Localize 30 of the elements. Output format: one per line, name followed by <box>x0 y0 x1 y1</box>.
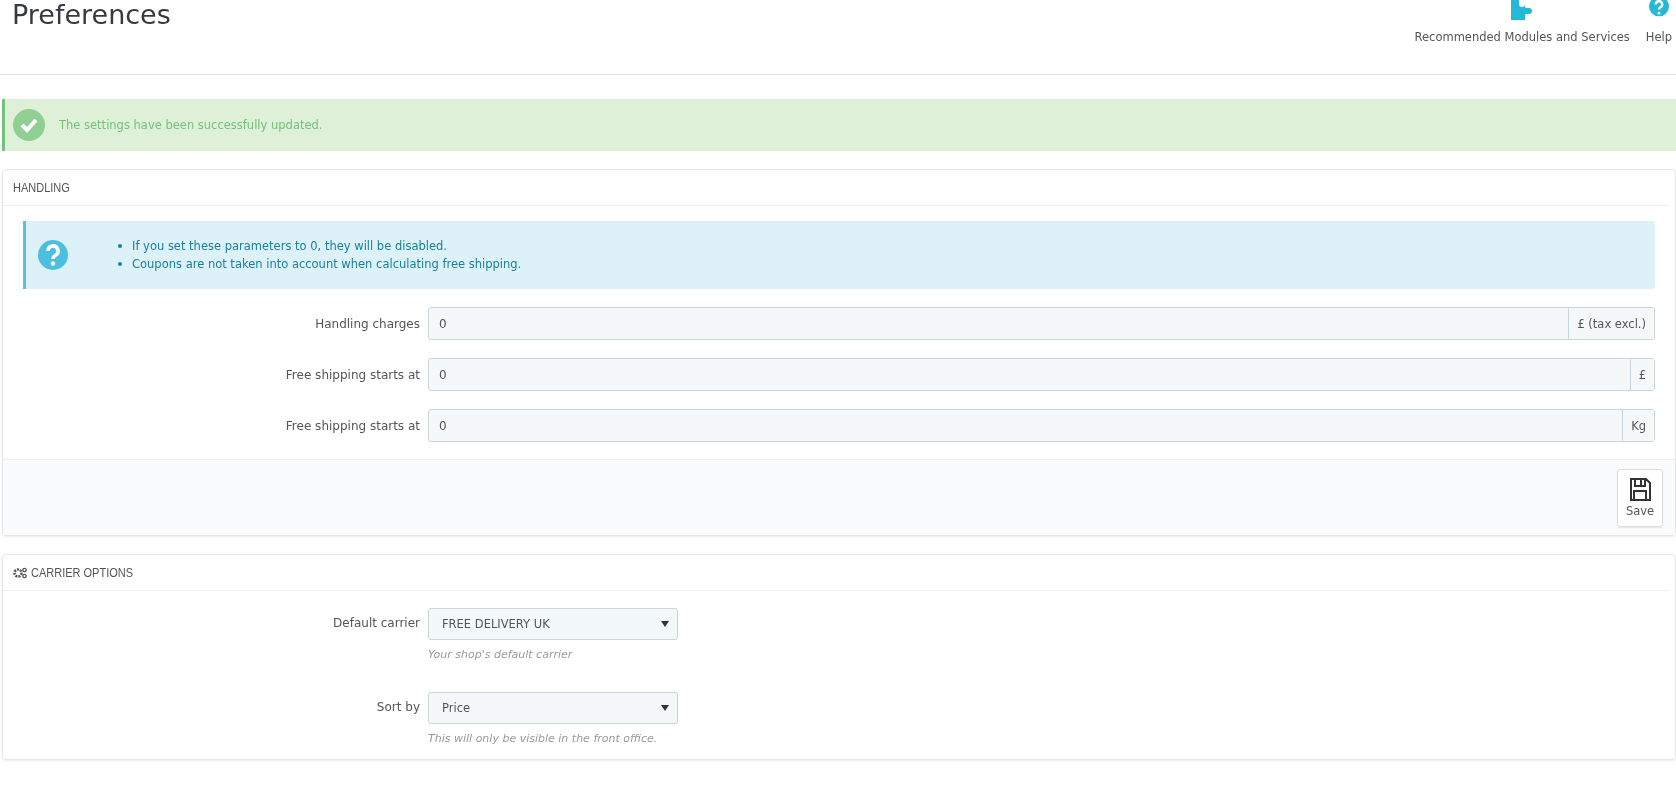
save-button[interactable]: Save <box>1617 468 1663 527</box>
help-text: This will only be visible in the front office. <box>428 732 659 745</box>
input-field[interactable]: 0 Kg <box>428 409 1655 442</box>
bullet-icon <box>118 244 122 248</box>
input-field[interactable]: 0 £ (tax excl.) <box>428 307 1655 340</box>
unit-addon: Kg <box>1622 410 1654 441</box>
select-dropdown[interactable]: Price <box>428 692 678 724</box>
unit-addon: £ (tax excl.) <box>1568 308 1654 339</box>
panel-heading: CARRIER OPTIONS <box>31 565 134 580</box>
field-label: Default carrier <box>332 615 421 632</box>
question-circle-icon <box>38 240 68 270</box>
modules-toolbar-button[interactable]: Recommended Modules and Services <box>1414 0 1630 44</box>
panel-heading: HANDLING <box>13 180 70 195</box>
help-toolbar-button[interactable]: Help <box>1645 0 1672 44</box>
field-label: Free shipping starts at <box>284 418 421 433</box>
check-circle-icon <box>13 109 45 141</box>
bullet-icon <box>118 262 122 266</box>
info-text: Coupons are not taken into account when calculating free shipping. <box>132 256 522 272</box>
caret-icon <box>661 705 669 711</box>
page-title: Preferences <box>12 0 171 30</box>
info-text: If you set these parameters to 0, they will be disabled. <box>132 238 447 254</box>
field-label: Sort by <box>375 699 421 716</box>
field-label: Handling charges <box>314 316 421 331</box>
field-label: Free shipping starts at <box>284 367 421 382</box>
alert-message: The settings have been successfully updated. <box>59 118 323 132</box>
input-field[interactable]: 0 £ <box>428 358 1655 391</box>
caret-icon <box>661 621 669 627</box>
select-dropdown[interactable]: FREE DELIVERY UK <box>428 608 678 640</box>
help-text: Your shop's default carrier <box>428 648 574 661</box>
unit-addon: £ <box>1629 359 1654 390</box>
